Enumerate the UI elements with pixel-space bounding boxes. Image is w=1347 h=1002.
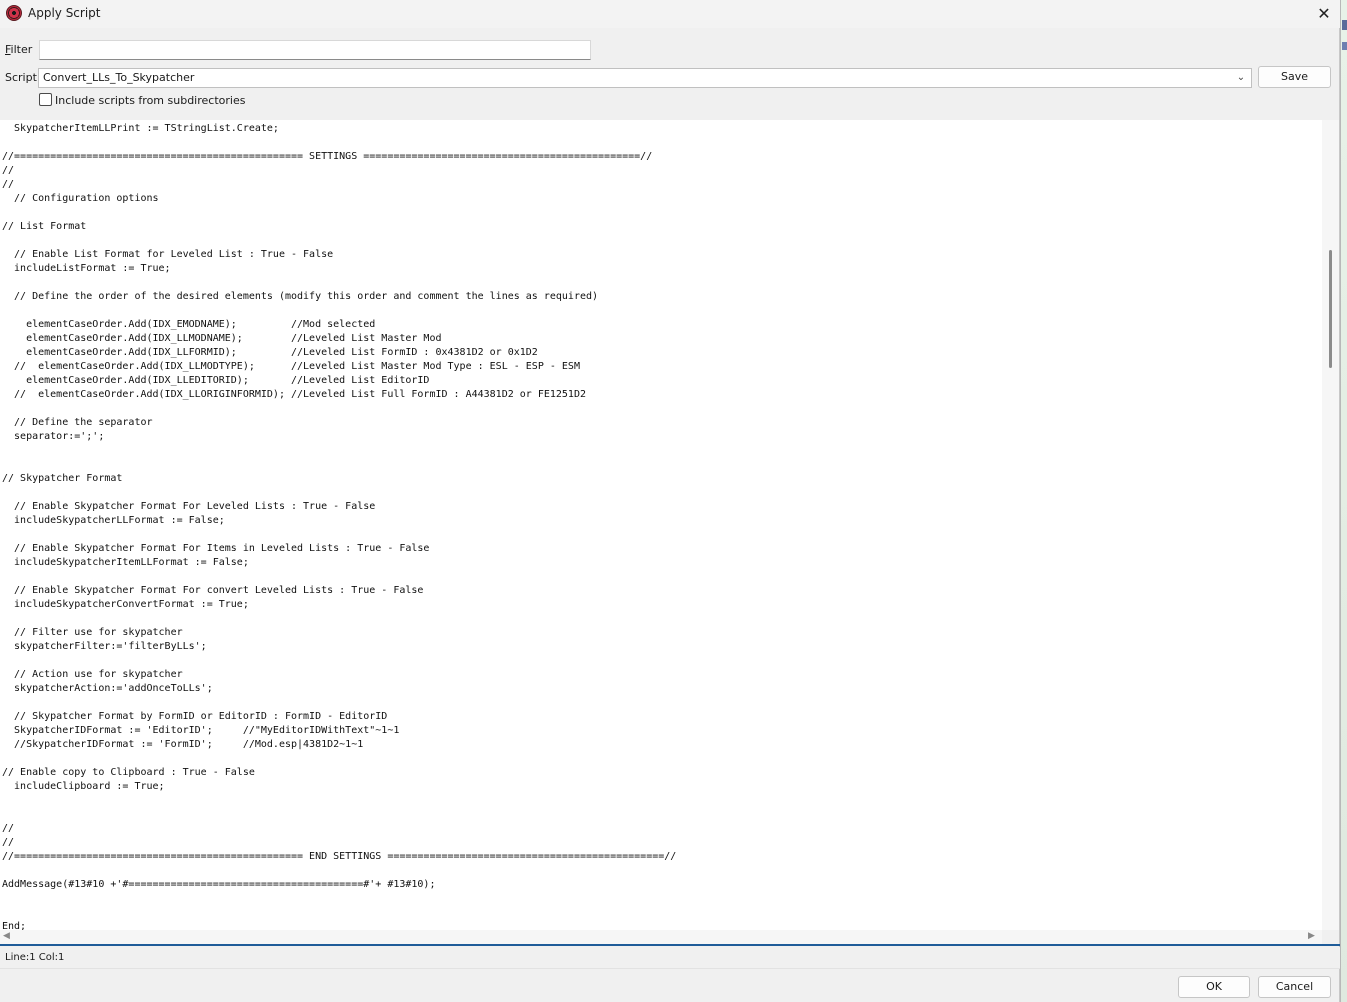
include-subdirectories-checkbox[interactable] [39,93,52,106]
code-line[interactable]: // Enable Skypatcher Format For convert … [2,584,676,598]
close-button[interactable]: ✕ [1310,2,1338,26]
code-line[interactable]: elementCaseOrder.Add(IDX_LLMODNAME); //L… [2,332,676,346]
code-line[interactable]: // [2,836,676,850]
cancel-button[interactable]: Cancel [1258,976,1331,998]
scroll-left-icon[interactable]: ◀ [3,931,10,941]
save-button[interactable]: Save [1258,66,1331,88]
filter-input[interactable] [39,40,591,60]
horizontal-scrollbar[interactable]: ◀ ▶ [0,930,1322,944]
code-line[interactable]: // Define the order of the desired eleme… [2,290,676,304]
code-line[interactable] [2,206,676,220]
code-line[interactable]: // elementCaseOrder.Add(IDX_LLORIGINFORM… [2,388,676,402]
code-line[interactable]: skypatcherFilter:='filterByLLs'; [2,640,676,654]
code-line[interactable]: // [2,822,676,836]
script-select[interactable]: Convert_LLs_To_Skypatcher ⌄ [38,68,1252,88]
code-line[interactable]: includeSkypatcherConvertFormat := True; [2,598,676,612]
code-line[interactable]: separator:=';'; [2,430,676,444]
code-line[interactable] [2,752,676,766]
code-line[interactable]: // Skypatcher Format [2,472,676,486]
code-line[interactable] [2,612,676,626]
code-line[interactable]: elementCaseOrder.Add(IDX_LLEDITORID); //… [2,374,676,388]
background-marker [1342,20,1347,30]
code-line[interactable] [2,570,676,584]
code-line[interactable] [2,794,676,808]
code-line[interactable]: // elementCaseOrder.Add(IDX_LLMODTYPE); … [2,360,676,374]
code-line[interactable] [2,528,676,542]
code-line[interactable]: includeListFormat := True; [2,262,676,276]
code-line[interactable] [2,654,676,668]
code-line[interactable]: // Filter use for skypatcher [2,626,676,640]
code-text[interactable]: SkypatcherItemLLPrint := TStringList.Cre… [2,122,676,930]
cursor-position: Line:1 Col:1 [5,952,65,963]
code-line[interactable] [2,136,676,150]
background-window-edge [1340,0,1347,1002]
code-line[interactable]: SkypatcherItemLLPrint := TStringList.Cre… [2,122,676,136]
code-line[interactable] [2,808,676,822]
code-line[interactable]: End; [2,920,676,930]
filter-label-rest: ilter [10,43,33,56]
code-line[interactable]: includeSkypatcherItemLLFormat := False; [2,556,676,570]
code-line[interactable]: AddMessage(#13#10 +'#===================… [2,878,676,892]
code-line[interactable]: // Action use for skypatcher [2,668,676,682]
code-line[interactable]: // Enable copy to Clipboard : True - Fal… [2,766,676,780]
include-subdirectories-label[interactable]: Include scripts from subdirectories [55,94,245,107]
code-line[interactable]: //======================================… [2,850,676,864]
code-line[interactable]: // List Format [2,220,676,234]
scroll-right-icon[interactable]: ▶ [1308,931,1315,941]
code-line[interactable]: // Enable Skypatcher Format For Leveled … [2,500,676,514]
code-line[interactable]: SkypatcherIDFormat := 'EditorID'; //"MyE… [2,724,676,738]
code-line[interactable] [2,234,676,248]
code-line[interactable] [2,906,676,920]
status-bar: Line:1 Col:1 [0,947,1340,969]
code-line[interactable]: // Enable List Format for Leveled List :… [2,248,676,262]
code-line[interactable]: // Skypatcher Format by FormID or Editor… [2,710,676,724]
script-editor[interactable]: SkypatcherItemLLPrint := TStringList.Cre… [0,120,1322,930]
app-icon [6,5,22,21]
code-line[interactable]: // Enable Skypatcher Format For Items in… [2,542,676,556]
apply-script-dialog: Apply Script ✕ Filter Script Convert_LLs… [0,0,1340,1002]
window-title: Apply Script [28,6,101,20]
status-divider [0,944,1340,946]
code-line[interactable] [2,304,676,318]
chevron-down-icon[interactable]: ⌄ [1235,69,1247,87]
script-selected-value: Convert_LLs_To_Skypatcher [43,71,195,84]
code-line[interactable] [2,486,676,500]
vertical-scrollbar[interactable] [1322,120,1339,930]
code-line[interactable] [2,444,676,458]
title-bar[interactable]: Apply Script ✕ [0,0,1340,28]
code-line[interactable]: skypatcherAction:='addOnceToLLs'; [2,682,676,696]
code-line[interactable] [2,892,676,906]
code-line[interactable]: //SkypatcherIDFormat := 'FormID'; //Mod.… [2,738,676,752]
code-line[interactable]: // Configuration options [2,192,676,206]
code-line[interactable]: elementCaseOrder.Add(IDX_EMODNAME); //Mo… [2,318,676,332]
script-label: Script [5,71,37,84]
code-line[interactable]: // [2,164,676,178]
code-line[interactable]: // Define the separator [2,416,676,430]
code-line[interactable] [2,402,676,416]
background-marker [1342,42,1347,50]
code-line[interactable]: includeSkypatcherLLFormat := False; [2,514,676,528]
code-line[interactable] [2,276,676,290]
code-line[interactable]: // [2,178,676,192]
vertical-scrollbar-thumb[interactable] [1329,250,1332,368]
filter-label: Filter [5,43,32,56]
code-line[interactable]: //======================================… [2,150,676,164]
code-line[interactable]: elementCaseOrder.Add(IDX_LLFORMID); //Le… [2,346,676,360]
code-line[interactable] [2,696,676,710]
ok-button[interactable]: OK [1178,976,1250,998]
code-line[interactable] [2,864,676,878]
code-line[interactable] [2,458,676,472]
code-line[interactable]: includeClipboard := True; [2,780,676,794]
